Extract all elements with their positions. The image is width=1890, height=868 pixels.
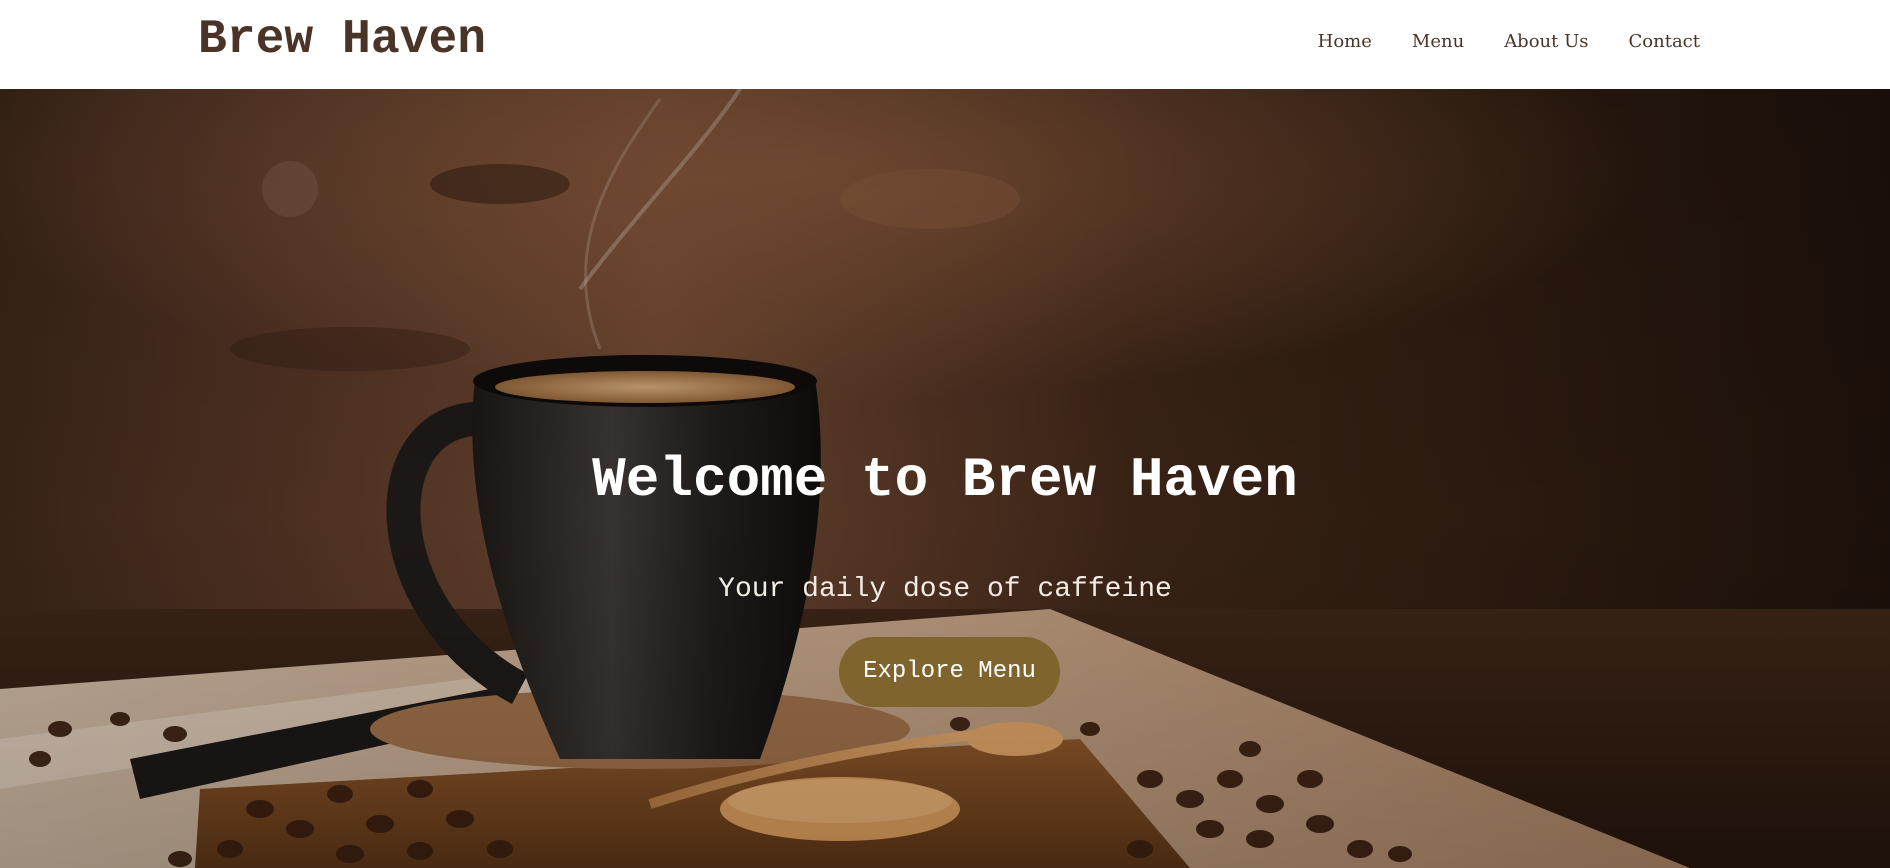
hero-content: Welcome to Brew Haven Your daily dose of… — [0, 89, 1890, 868]
hero-subtitle: Your daily dose of caffeine — [718, 574, 1172, 605]
brand-logo[interactable]: Brew Haven — [198, 12, 486, 68]
nav-link-menu[interactable]: Menu — [1412, 28, 1464, 56]
hero-section: Welcome to Brew Haven Your daily dose of… — [0, 89, 1890, 868]
site-header: Brew Haven Home Menu About Us Contact — [0, 0, 1890, 89]
nav-link-about-us[interactable]: About Us — [1504, 28, 1588, 56]
explore-menu-button[interactable]: Explore Menu — [839, 637, 1060, 707]
hero-title: Welcome to Brew Haven — [592, 448, 1298, 512]
main-nav: Home Menu About Us Contact — [1318, 28, 1700, 56]
nav-link-home[interactable]: Home — [1318, 28, 1372, 56]
nav-link-contact[interactable]: Contact — [1629, 28, 1700, 56]
